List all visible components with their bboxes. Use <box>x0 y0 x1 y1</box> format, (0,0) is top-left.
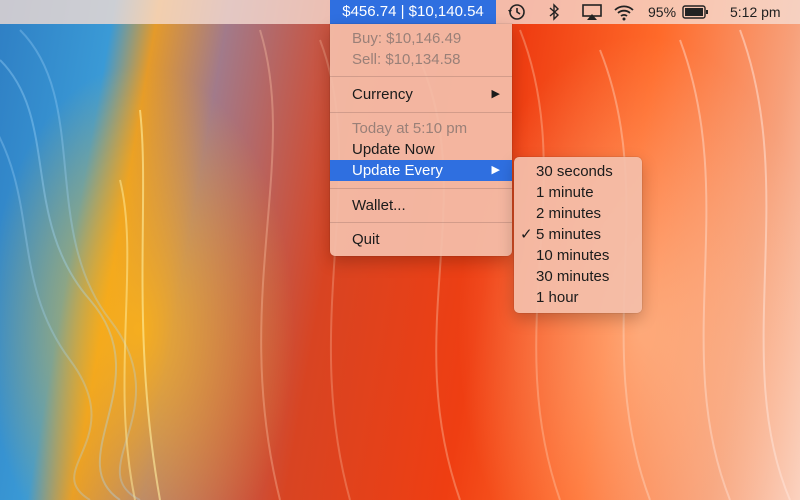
last-updated-label: Today at 5:10 pm <box>352 120 468 137</box>
update-interval-submenu: 30 seconds 1 minute 2 minutes ✓ 5 minute… <box>514 157 642 313</box>
update-every-label: Update Every <box>352 162 443 179</box>
update-every-menu-item[interactable]: Update Every ▶ <box>330 160 512 181</box>
price-ticker-menu[interactable]: $456.74 | $10,140.54 <box>330 0 496 24</box>
currency-menu-item[interactable]: Currency ▶ <box>330 84 512 105</box>
submenu-arrow-icon: ▶ <box>491 88 500 100</box>
separator <box>330 76 512 77</box>
history-icon[interactable] <box>506 0 528 24</box>
separator <box>330 222 512 223</box>
interval-option[interactable]: 30 seconds <box>514 161 642 182</box>
quit-menu-item[interactable]: Quit <box>330 229 512 250</box>
interval-option[interactable]: 2 minutes <box>514 203 642 224</box>
separator <box>330 188 512 189</box>
interval-option[interactable]: 10 minutes <box>514 245 642 266</box>
menu-bar: $456.74 | $10,140.54 95% 5:12 pm <box>0 0 800 24</box>
ticker-dropdown-menu: Buy: $10,146.49 Sell: $10,134.58 Currenc… <box>330 24 512 256</box>
sell-price: Sell: $10,134.58 <box>352 51 461 68</box>
checkmark-icon: ✓ <box>520 226 533 243</box>
wallet-menu-item[interactable]: Wallet... <box>330 195 512 216</box>
battery-percent[interactable]: 95% <box>648 0 680 24</box>
submenu-arrow-icon: ▶ <box>491 164 500 176</box>
separator <box>330 112 512 113</box>
interval-option[interactable]: 1 minute <box>514 182 642 203</box>
interval-option-selected[interactable]: ✓ 5 minutes <box>514 224 642 245</box>
airplay-icon[interactable] <box>581 0 603 24</box>
interval-option[interactable]: 1 hour <box>514 287 642 308</box>
buy-price: Buy: $10,146.49 <box>352 30 462 47</box>
interval-option[interactable]: 30 minutes <box>514 266 642 287</box>
update-now-menu-item[interactable]: Update Now <box>330 139 512 160</box>
currency-label: Currency <box>352 86 413 103</box>
clock[interactable]: 5:12 pm <box>730 0 788 24</box>
bluetooth-icon[interactable] <box>547 0 561 24</box>
battery-icon[interactable] <box>682 0 710 24</box>
wifi-icon[interactable] <box>613 0 635 24</box>
interval-option-label: 5 minutes <box>536 226 602 243</box>
